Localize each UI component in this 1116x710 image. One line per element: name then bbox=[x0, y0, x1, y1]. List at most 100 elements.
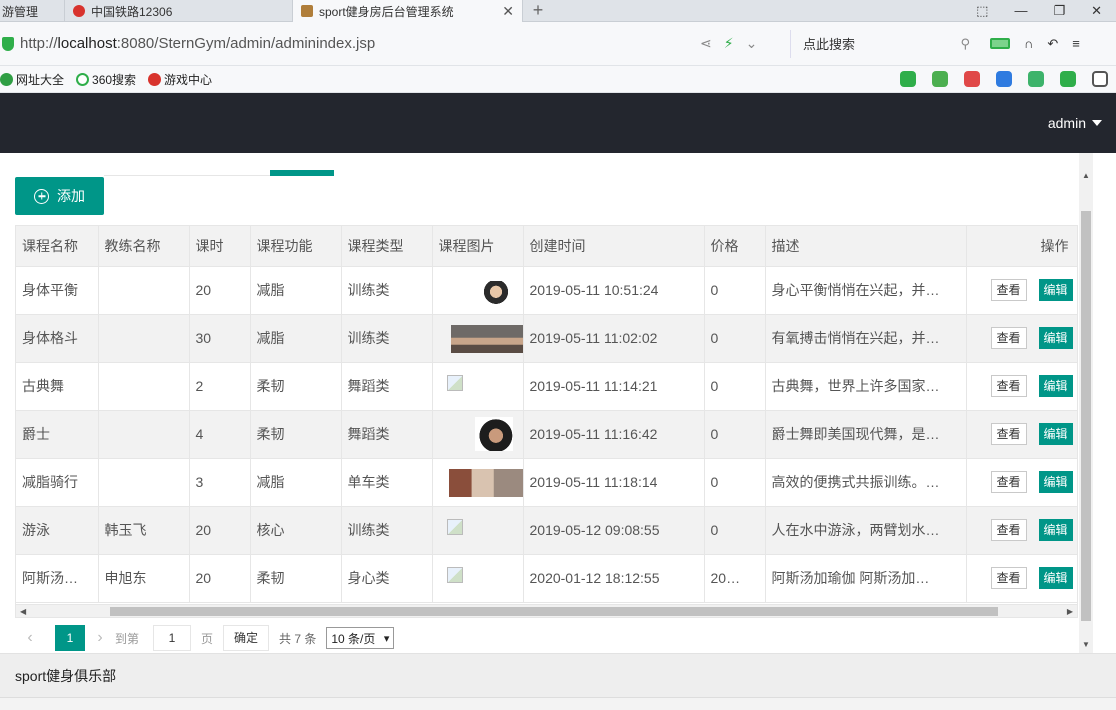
edit-button[interactable]: 编辑 bbox=[1038, 423, 1073, 445]
edit-button[interactable]: 编辑 bbox=[1038, 519, 1073, 541]
extension-icon[interactable] bbox=[900, 71, 916, 87]
browser-tab-active[interactable]: sport健身房后台管理系统 ✕ bbox=[293, 0, 523, 22]
new-tab-button[interactable]: + bbox=[523, 0, 553, 21]
edit-button[interactable]: 编辑 bbox=[1038, 471, 1073, 493]
vertical-scrollbar[interactable]: ▲ ▼ bbox=[1079, 153, 1093, 653]
cell-function: 柔韧 bbox=[250, 410, 342, 459]
scroll-left-icon[interactable]: ◀ bbox=[20, 607, 26, 616]
vertical-scroll-thumb[interactable] bbox=[1081, 211, 1091, 621]
table-row: 身体格斗 30 减脂 训练类 2019-05-11 11:02:02 0 有氧搏击悄悄在兴起… bbox=[16, 314, 1077, 363]
cell-created: 2020-01-12 18:12:55 bbox=[523, 554, 705, 603]
close-tab-icon[interactable]: ✕ bbox=[502, 3, 514, 20]
url-field[interactable]: http://localhost:8080/SternGym/admin/adm… bbox=[20, 35, 700, 52]
menu-icon[interactable]: ≡ bbox=[1072, 36, 1080, 51]
view-button[interactable]: 查看 bbox=[990, 279, 1027, 301]
view-button[interactable]: 查看 bbox=[990, 567, 1027, 589]
minimize-icon[interactable]: — bbox=[1014, 3, 1027, 18]
scroll-right-icon[interactable]: ▶ bbox=[1067, 607, 1073, 616]
edit-button[interactable]: 编辑 bbox=[1038, 567, 1073, 589]
url-host: localhost bbox=[57, 35, 117, 52]
col-header-type[interactable]: 课程类型 bbox=[341, 226, 433, 267]
shirt-icon[interactable]: ⬚ bbox=[976, 3, 988, 19]
extension-icons bbox=[900, 71, 1116, 87]
battery-icon[interactable] bbox=[990, 38, 1010, 49]
horizontal-scroll-thumb[interactable] bbox=[110, 607, 998, 616]
gamepad-icon[interactable] bbox=[1028, 71, 1044, 87]
cell-desc: 阿斯汤加瑜伽 阿斯汤加… bbox=[765, 554, 967, 603]
page-footer: sport健身俱乐部 bbox=[0, 653, 1116, 697]
cell-image bbox=[432, 506, 524, 555]
secure-shield-icon bbox=[2, 36, 14, 51]
chevron-down-icon[interactable]: ⌄ bbox=[746, 35, 758, 52]
cell-created: 2019-05-11 11:02:02 bbox=[523, 314, 705, 363]
current-page[interactable]: 1 bbox=[55, 625, 85, 651]
edit-button[interactable]: 编辑 bbox=[1038, 375, 1073, 397]
bookmark-item[interactable]: 游戏中心 bbox=[148, 71, 212, 88]
bookmark-label: 游戏中心 bbox=[164, 72, 213, 87]
view-button[interactable]: 查看 bbox=[990, 423, 1027, 445]
cell-image bbox=[432, 314, 524, 363]
col-header-name[interactable]: 课程名称 bbox=[16, 226, 99, 267]
scroll-down-icon[interactable]: ▼ bbox=[1082, 640, 1090, 649]
table-row: 减脂骑行 3 减脂 单车类 2019-05-11 11:18:14 0 高效的便携式共振训练… bbox=[16, 458, 1077, 507]
view-button[interactable]: 查看 bbox=[990, 471, 1027, 493]
shield-icon[interactable] bbox=[1060, 71, 1076, 87]
cell-price: 0 bbox=[704, 314, 766, 363]
share-icon[interactable]: ⋖ bbox=[700, 35, 712, 52]
tab-underline bbox=[104, 175, 270, 176]
scissors-icon[interactable] bbox=[964, 71, 980, 87]
view-button[interactable]: 查看 bbox=[990, 519, 1027, 541]
next-page-icon[interactable]: › bbox=[85, 629, 115, 647]
table-row: 爵士 4 柔韧 舞蹈类 2019-05-11 11:16:42 0 爵士舞即美国现代舞，是…… bbox=[16, 410, 1077, 459]
add-circle-icon bbox=[34, 188, 49, 204]
col-header-coach[interactable]: 教练名称 bbox=[98, 226, 190, 267]
page-size-select[interactable]: 10 条/页 bbox=[326, 627, 395, 649]
confirm-button[interactable]: 确定 bbox=[223, 625, 270, 651]
lightning-icon[interactable]: ⚡ bbox=[724, 35, 734, 52]
cell-name: 阿斯汤… bbox=[16, 554, 99, 603]
view-button[interactable]: 查看 bbox=[990, 375, 1027, 397]
bookmark-item[interactable]: 360搜索 bbox=[76, 71, 136, 88]
main-content: 添加 课程名称 教练名称 课时 课程功能 课程类型 课程图片 创建时间 价格 描… bbox=[0, 153, 1116, 653]
cell-name: 游泳 bbox=[16, 506, 99, 555]
bookmark-item[interactable]: 网址大全 bbox=[0, 71, 64, 88]
col-header-image[interactable]: 课程图片 bbox=[432, 226, 524, 267]
edit-button[interactable]: 编辑 bbox=[1038, 327, 1073, 349]
headphones-icon[interactable]: ∩ bbox=[1024, 36, 1033, 51]
zoom-icon[interactable] bbox=[996, 71, 1012, 87]
undo-icon[interactable]: ↶ bbox=[1047, 36, 1058, 52]
cell-coach bbox=[98, 458, 190, 507]
cell-name: 古典舞 bbox=[16, 362, 99, 411]
col-header-function[interactable]: 课程功能 bbox=[250, 226, 342, 267]
user-menu[interactable]: admin bbox=[1048, 115, 1102, 131]
horizontal-scrollbar[interactable]: ◀ ▶ bbox=[15, 604, 1078, 618]
maximize-icon[interactable]: ❐ bbox=[1053, 3, 1065, 19]
col-header-desc[interactable]: 描述 bbox=[765, 226, 967, 267]
goto-page-input[interactable]: 1 bbox=[153, 625, 192, 651]
browser-tab[interactable]: 游管理 bbox=[0, 0, 65, 22]
search-icon[interactable]: ⚲ bbox=[960, 36, 970, 52]
add-button[interactable]: 添加 bbox=[15, 177, 104, 215]
search-box[interactable]: 点此搜索 ⚲ bbox=[790, 29, 980, 58]
course-thumbnail bbox=[474, 416, 513, 451]
col-header-created[interactable]: 创建时间 bbox=[523, 226, 705, 267]
scroll-up-icon[interactable]: ▲ bbox=[1082, 171, 1090, 180]
translate-icon[interactable] bbox=[932, 71, 948, 87]
cell-image bbox=[432, 458, 524, 507]
col-header-price[interactable]: 价格 bbox=[704, 226, 766, 267]
view-button[interactable]: 查看 bbox=[990, 327, 1027, 349]
cell-coach bbox=[98, 314, 190, 363]
browser-status-bar bbox=[0, 697, 1116, 710]
grid-icon[interactable] bbox=[1092, 71, 1108, 87]
prev-page-icon[interactable]: ‹ bbox=[15, 629, 45, 647]
cell-coach bbox=[98, 362, 190, 411]
browser-tab[interactable]: 中国铁路12306 bbox=[65, 0, 293, 22]
table-header-row: 课程名称 教练名称 课时 课程功能 课程类型 课程图片 创建时间 价格 描述 操… bbox=[16, 226, 1077, 267]
cell-hours: 20 bbox=[189, 506, 251, 555]
edit-button[interactable]: 编辑 bbox=[1038, 279, 1073, 301]
close-window-icon[interactable]: ✕ bbox=[1091, 3, 1102, 19]
cell-hours: 2 bbox=[189, 362, 251, 411]
bookmarks-bar: 网址大全 360搜索 游戏中心 bbox=[0, 66, 1116, 93]
col-header-hours[interactable]: 课时 bbox=[189, 226, 251, 267]
cell-function: 减脂 bbox=[250, 314, 342, 363]
